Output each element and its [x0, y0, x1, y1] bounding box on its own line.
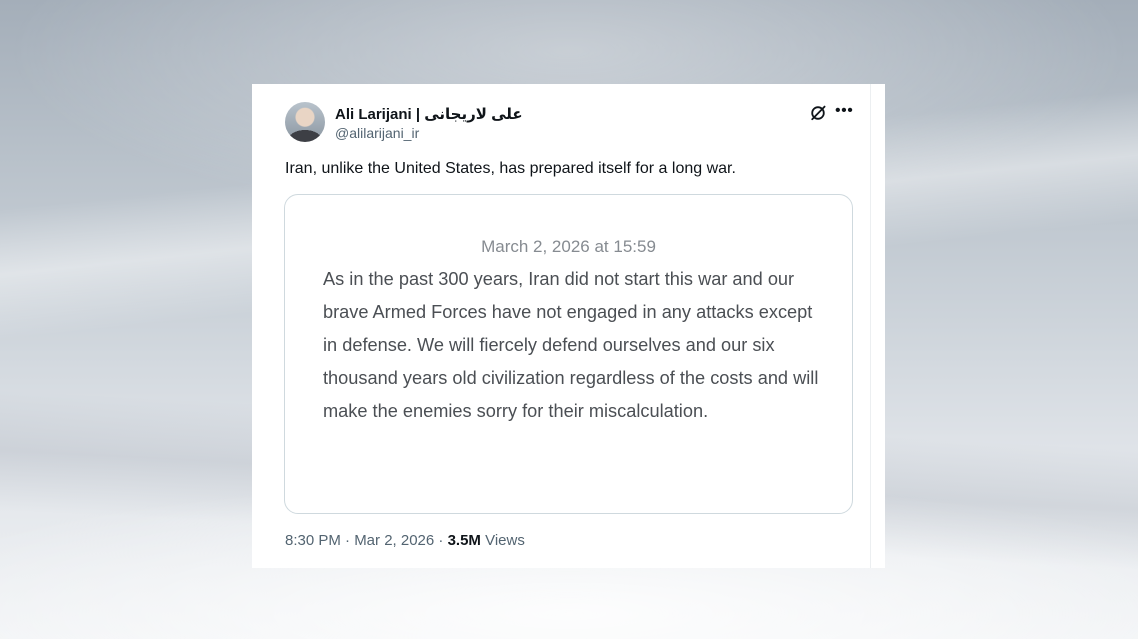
- tweet-card: Ali Larijani | علی لاریجانی @alilarijani…: [252, 84, 885, 568]
- timestamp-link[interactable]: 8:30 PM · Mar 2, 2026 ·: [285, 532, 448, 549]
- grok-icon[interactable]: [809, 104, 827, 122]
- views-label: Views: [480, 532, 525, 549]
- views-count[interactable]: 3.5M: [448, 532, 481, 549]
- quoted-image[interactable]: March 2, 2026 at 15:59 As in the past 30…: [284, 194, 853, 514]
- more-options-icon[interactable]: •••: [835, 102, 853, 120]
- author-name[interactable]: Ali Larijani | علی لاریجانی: [335, 105, 523, 123]
- quote-date: March 2, 2026 at 15:59: [481, 237, 656, 256]
- tweet-text: Iran, unlike the United States, has prep…: [285, 160, 736, 177]
- quote-body: As in the past 300 years, Iran did not s…: [323, 269, 819, 421]
- scrollbar-track: [870, 84, 871, 568]
- author-avatar[interactable]: [285, 102, 325, 142]
- tweet-meta: 8:30 PM · Mar 2, 2026 · 3.5M Views: [285, 532, 525, 549]
- author-handle[interactable]: @alilarijani_ir: [335, 125, 419, 141]
